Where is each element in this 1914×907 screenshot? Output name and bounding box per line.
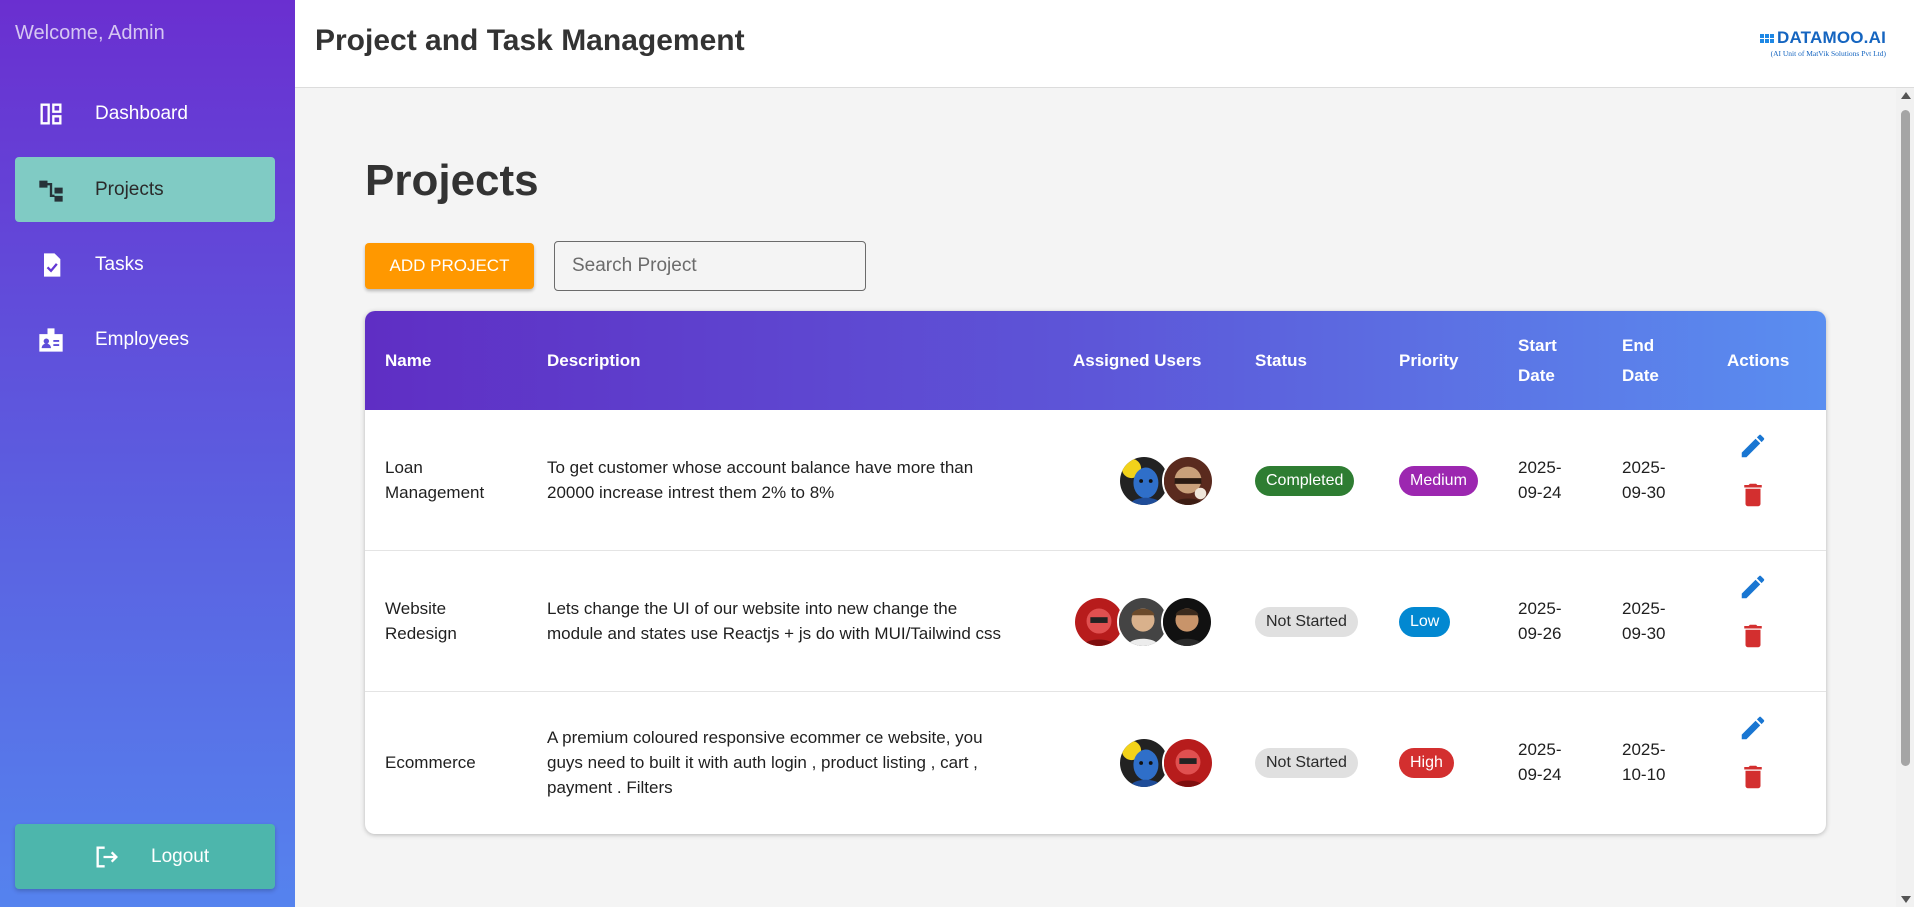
table-row: Website Redesign Lets change the UI of o… [365,551,1826,692]
logout-icon [93,843,121,871]
brand-logo: DATAMOO.AI (AI Unit of MatVik Solutions … [1759,28,1886,58]
avatar [1162,455,1214,507]
sidebar-item-employees[interactable]: Employees [15,307,275,372]
search-input[interactable] [554,241,866,291]
start-date: 2025- 09-26 [1518,599,1562,643]
end-date: 2025- 10-10 [1622,740,1666,784]
app-title: Project and Task Management [315,24,745,57]
assigned-users-avatars [1118,455,1214,507]
logout-button[interactable]: Logout [15,824,275,889]
sidebar-item-tasks[interactable]: Tasks [15,232,275,297]
table-row: Ecommerce A premium coloured responsive … [365,692,1826,833]
brand-name: DATAMOO.AI [1776,28,1886,47]
project-description: To get customer whose account balance ha… [547,458,974,502]
sidebar-item-dashboard[interactable]: Dashboard [15,81,275,146]
sidebar-item-label: Dashboard [95,102,188,124]
scroll-down-arrow-icon[interactable] [1901,896,1911,903]
column-header-priority: Priority [1399,351,1459,370]
project-name: Ecommerce [385,753,476,772]
delete-icon[interactable] [1738,762,1768,792]
project-name: Website Redesign [385,599,457,643]
column-header-status: Status [1255,351,1307,370]
column-header-assigned-users: Assigned Users [1073,351,1202,370]
dashboard-icon [37,100,65,128]
sidebar-item-projects[interactable]: Projects [15,157,275,222]
status-badge: Completed [1255,466,1355,496]
edit-icon[interactable] [1738,431,1768,461]
sidebar-item-label: Tasks [95,253,144,275]
table-header: Name Description Assigned Users Status P… [365,311,1826,410]
project-description: Lets change the UI of our website into n… [547,599,1002,643]
scrollbar-thumb[interactable] [1901,110,1910,766]
task-check-icon [37,251,65,279]
status-badge: Not Started [1255,748,1358,778]
project-description: A premium coloured responsive ecommer ce… [547,728,983,797]
assigned-users-avatars [1118,737,1214,789]
delete-icon[interactable] [1738,621,1768,651]
scroll-up-arrow-icon[interactable] [1901,92,1911,99]
welcome-text: Welcome, Admin [15,22,165,44]
status-badge: Not Started [1255,607,1358,637]
priority-badge: High [1399,748,1454,778]
badge-icon [37,326,65,354]
page-title: Projects [365,156,539,205]
start-date: 2025- 09-24 [1518,458,1562,502]
column-header-actions: Actions [1727,351,1790,370]
table-row: Loan Management To get customer whose ac… [365,410,1826,551]
edit-icon[interactable] [1738,572,1768,602]
avatar [1161,596,1213,648]
project-name: Loan Management [385,458,485,502]
projects-table: Name Description Assigned Users Status P… [365,311,1826,834]
add-project-button[interactable]: ADD PROJECT [365,243,534,289]
avatar [1162,737,1214,789]
sidebar-item-label: Employees [95,328,189,350]
end-date: 2025- 09-30 [1622,458,1666,502]
project-tree-icon [37,176,65,204]
top-bar: Project and Task Management DATAMOO.AI (… [295,0,1914,88]
edit-icon[interactable] [1738,713,1768,743]
assigned-users-avatars [1073,596,1213,648]
brand-subtitle: (AI Unit of MatVik Solutions Pvt Ltd) [1770,49,1886,58]
priority-badge: Low [1399,607,1451,637]
logout-label: Logout [151,845,210,867]
brand-dots-icon [1759,33,1774,43]
end-date: 2025- 09-30 [1622,599,1666,643]
start-date: 2025- 09-24 [1518,740,1562,784]
column-header-end-date: End Date [1622,336,1659,385]
column-header-start-date: Start Date [1518,336,1557,385]
column-header-name: Name [385,351,432,370]
delete-icon[interactable] [1738,480,1768,510]
page-scrollbar[interactable] [1896,88,1914,907]
sidebar: Welcome, Admin Dashboard Projects Tasks … [0,0,295,907]
sidebar-item-label: Projects [95,178,164,200]
priority-badge: Medium [1399,466,1478,496]
column-header-description: Description [547,351,641,370]
